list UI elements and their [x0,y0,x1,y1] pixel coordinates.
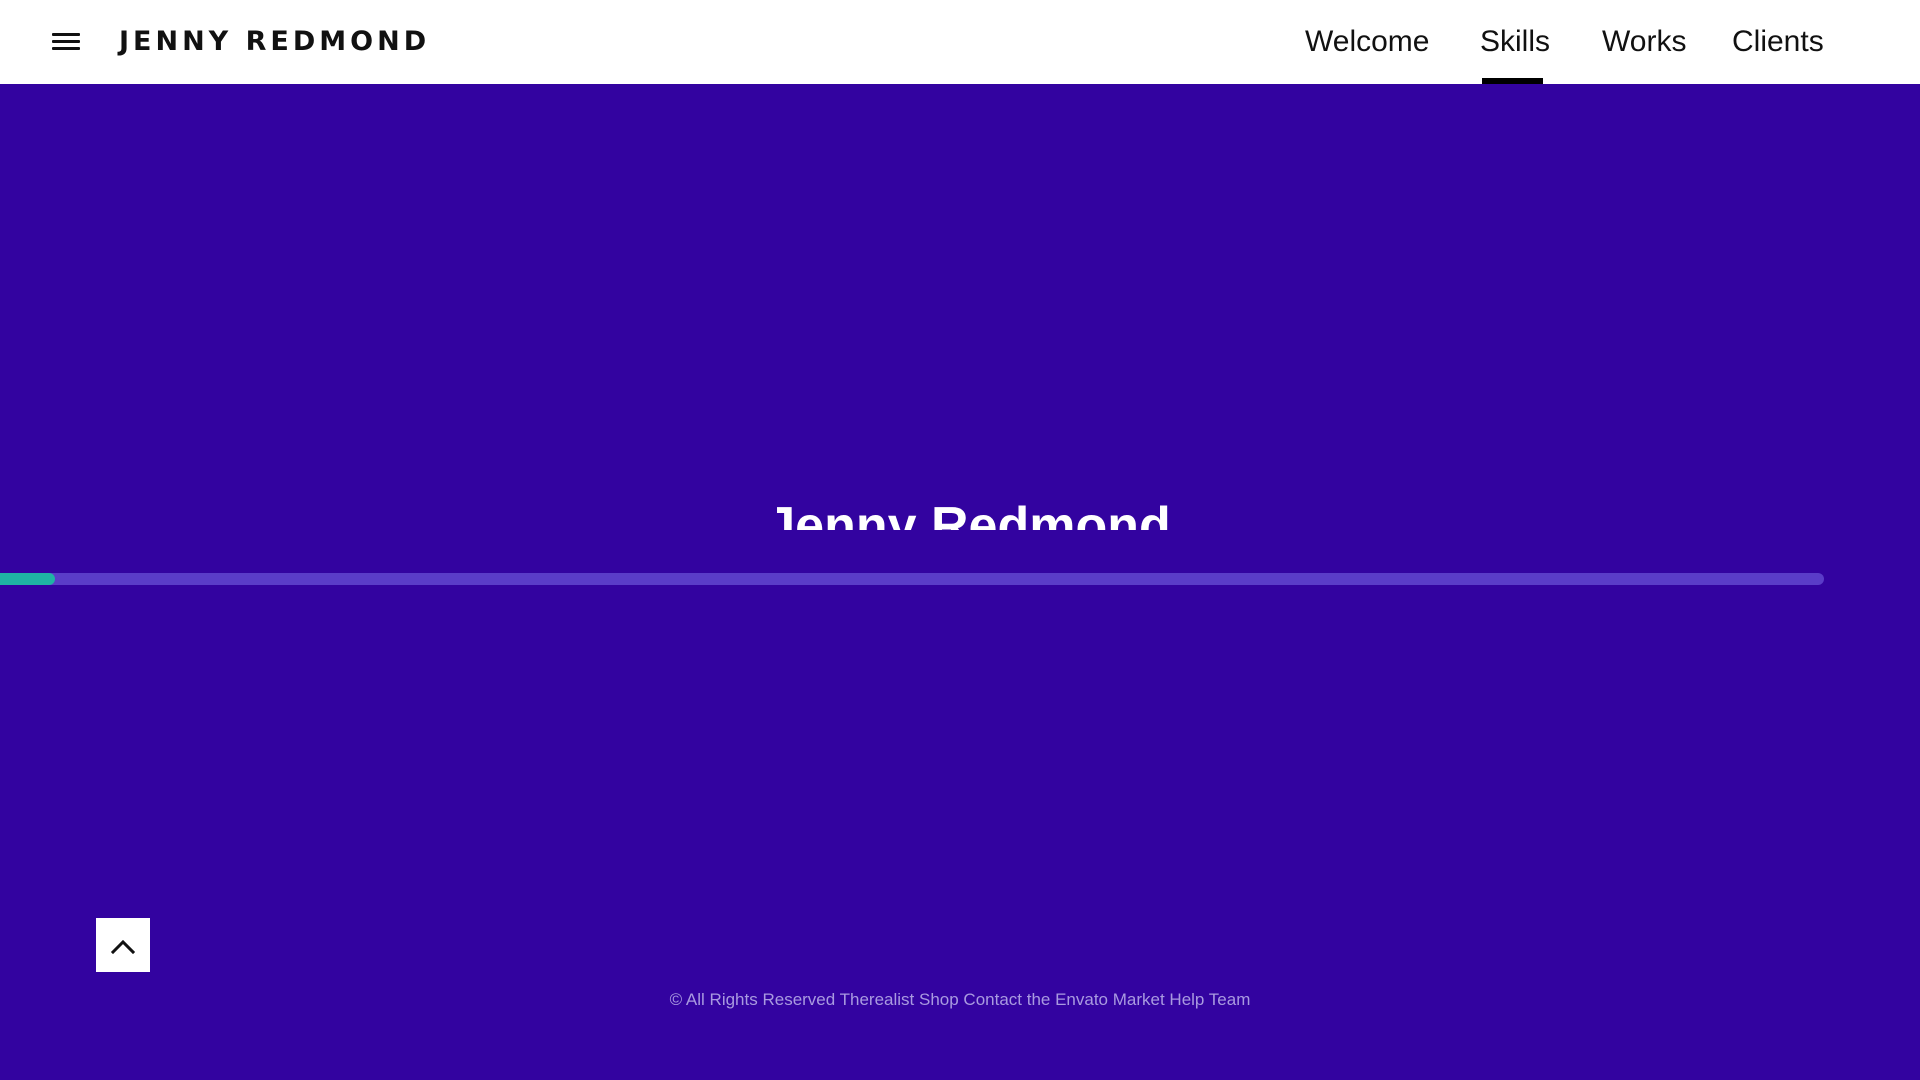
menu-line [52,40,80,43]
back-to-top-button[interactable] [96,918,150,972]
loading-progress-track [0,573,1824,585]
menu-line [52,33,80,36]
hamburger-menu-icon[interactable] [50,30,82,54]
footer-copyright: © All Rights Reserved Therealist Shop Co… [669,990,1251,1009]
nav-item-skills[interactable]: Skills [1480,24,1550,60]
chevron-up-icon [111,939,135,954]
menu-line [52,47,80,50]
brand-logo[interactable]: JENNY REDMOND [119,26,430,58]
nav-item-clients[interactable]: Clients [1732,24,1824,60]
nav-item-welcome[interactable]: Welcome [1305,24,1429,60]
site-header: JENNY REDMOND Welcome Skills Works Clien… [0,0,1920,84]
nav-item-works[interactable]: Works [1602,24,1686,60]
active-nav-indicator [1482,78,1543,84]
hero-title-mask: Jenny Redmond [0,480,1920,530]
hero-title: Jenny Redmond [766,497,1171,530]
loading-progress-fill [0,573,55,585]
